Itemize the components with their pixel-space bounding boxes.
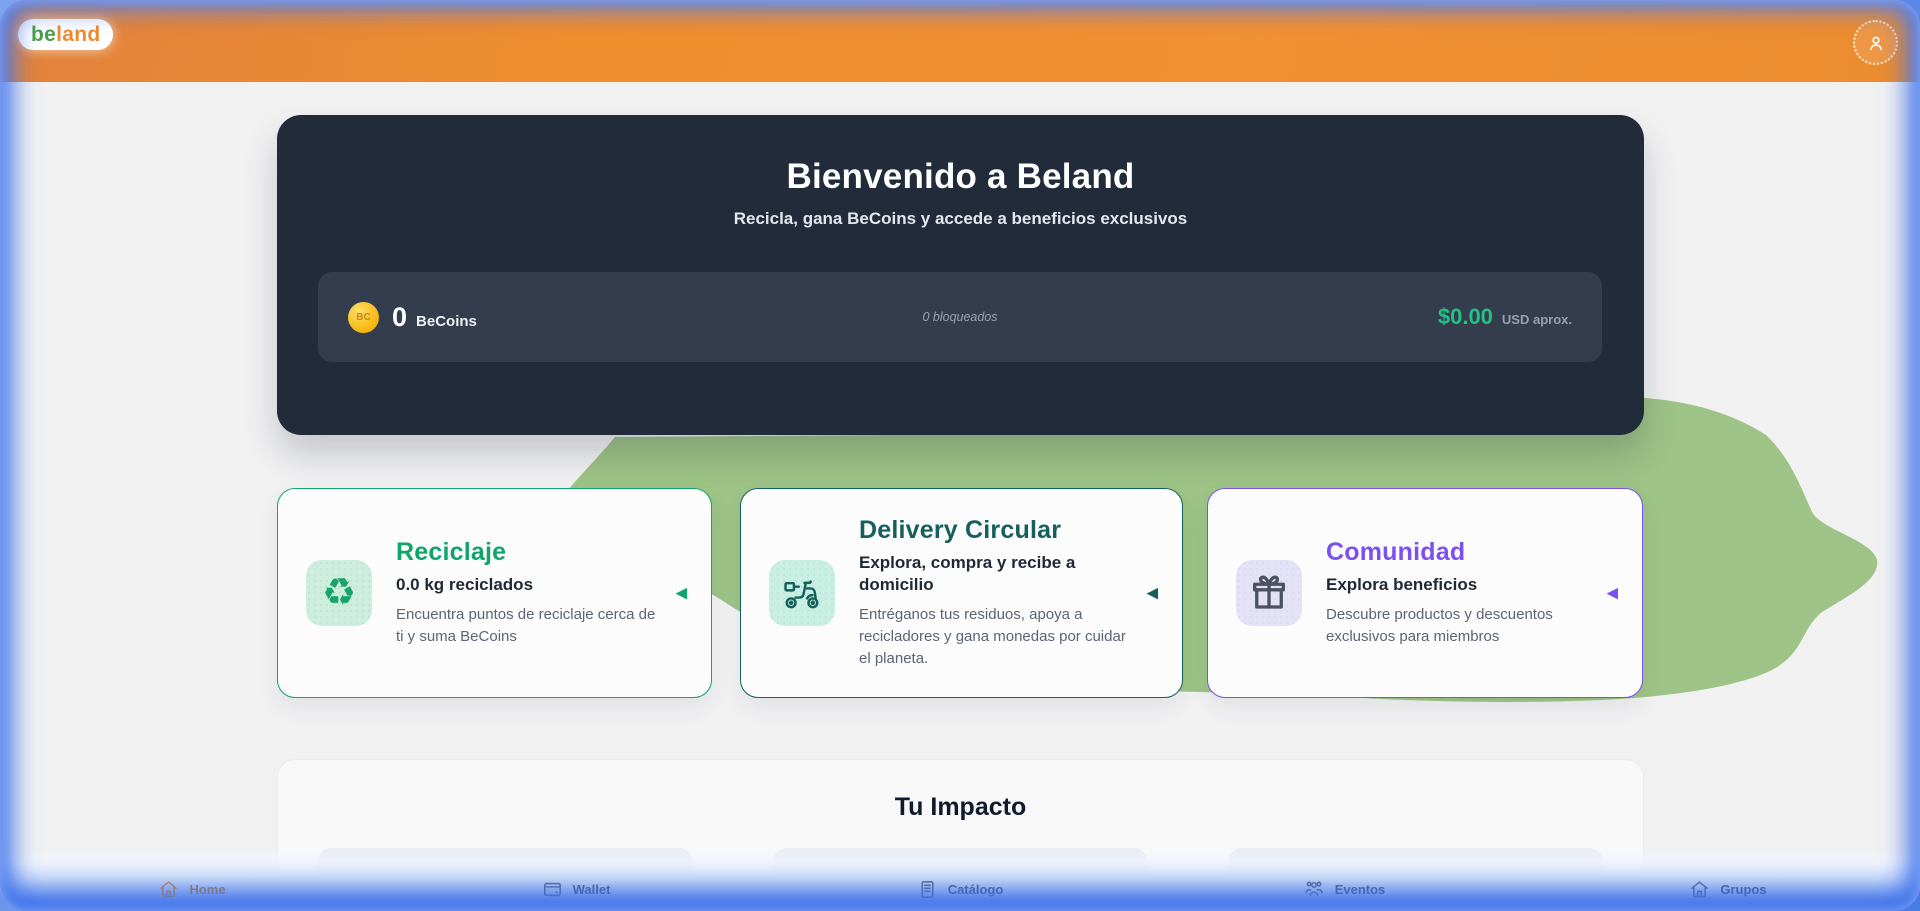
impact-title: Tu Impacto [278,760,1643,822]
user-icon [1865,32,1887,54]
hero-subtitle: Recicla, gana BeCoins y accede a benefic… [277,209,1644,229]
nav-item-eventos[interactable]: Eventos [1152,878,1536,911]
usd-value: $0.00 [1438,304,1493,330]
becoin-coin-icon: BC [348,302,379,333]
user-profile-button[interactable] [1853,20,1898,65]
app-header: beland [0,0,1920,82]
beland-logo[interactable]: beland [18,19,113,50]
usd-caption: USD aprox. [1502,312,1572,327]
card-reciclaje-text: Reciclaje 0.0 kg reciclados Encuentra pu… [396,538,683,648]
card-comunidad[interactable]: Comunidad Explora beneficios Descubre pr… [1207,488,1643,698]
scooter-icon [769,560,835,626]
card-delivery-description: Entréganos tus residuos, apoya a recicla… [859,604,1128,669]
nav-item-catalogo[interactable]: Catálogo [768,879,1152,911]
becoins-unit-label: BeCoins [416,313,477,330]
nav-label-grupos: Grupos [1720,882,1766,897]
logo-be: be [31,23,56,46]
card-comunidad-description: Descubre productos y descuentos exclusiv… [1326,604,1588,648]
events-icon [1303,878,1325,900]
card-reciclaje-subtitle: 0.0 kg reciclados [396,574,657,596]
logo-text: beland [31,24,100,45]
nav-label-catalogo: Catálogo [948,882,1004,897]
card-comunidad-title: Comunidad [1326,538,1588,567]
nav-item-home[interactable]: Home [0,879,384,911]
blocked-coins-label: 0 bloqueados [922,310,997,324]
becoins-amount: 0 [392,302,407,333]
chevron-left-icon: ◀ [1606,586,1618,601]
recycle-glyph: ♻ [322,574,356,612]
chevron-left-icon: ◀ [675,586,687,601]
catalog-icon [917,879,938,900]
bottom-nav: Home Wallet Catálogo [0,849,1920,911]
welcome-hero-card: Bienvenido a Beland Recicla, gana BeCoin… [277,115,1644,435]
hero-title: Bienvenido a Beland [277,115,1644,197]
wallet-icon [542,879,563,900]
card-delivery-text: Delivery Circular Explora, compra y reci… [859,516,1154,669]
nav-item-grupos[interactable]: Grupos [1536,879,1920,911]
card-comunidad-text: Comunidad Explora beneficios Descubre pr… [1326,538,1614,648]
card-reciclaje-title: Reciclaje [396,538,657,567]
gift-icon [1236,560,1302,626]
home-icon [158,879,179,900]
card-delivery-subtitle: Explora, compra y recibe a domicilio [859,552,1128,596]
card-comunidad-subtitle: Explora beneficios [1326,574,1588,596]
beland-app: beland Bienvenido a Beland Recicla, gana… [0,0,1920,911]
usd-balance: $0.00 USD aprox. [1438,304,1572,330]
recycle-icon: ♻ [306,560,372,626]
card-reciclaje[interactable]: ♻ Reciclaje 0.0 kg reciclados Encuentra … [277,488,712,698]
nav-item-wallet[interactable]: Wallet [384,879,768,911]
groups-icon [1689,879,1710,900]
card-reciclaje-description: Encuentra puntos de reciclaje cerca de t… [396,604,657,648]
card-delivery-circular[interactable]: Delivery Circular Explora, compra y reci… [740,488,1183,698]
card-delivery-title: Delivery Circular [859,516,1128,545]
nav-label-wallet: Wallet [573,882,611,897]
logo-land: land [56,23,100,46]
chevron-left-icon: ◀ [1146,586,1158,601]
nav-label-eventos: Eventos [1335,882,1386,897]
nav-label-home: Home [189,882,225,897]
becoins-balance-bar: BC 0 BeCoins 0 bloqueados $0.00 USD apro… [318,272,1602,362]
